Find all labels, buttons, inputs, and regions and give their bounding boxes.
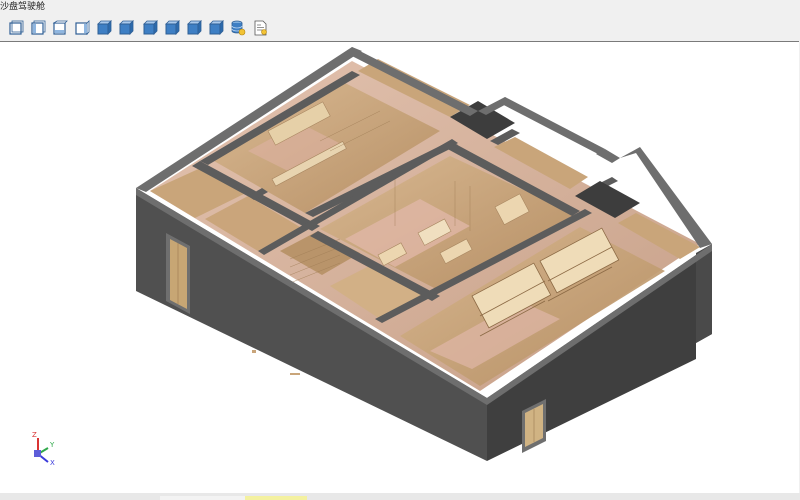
status-segment (160, 496, 245, 500)
title-bar: 沙盘驾驶舱 (0, 0, 800, 16)
axis-indicator: Z Y X (26, 430, 58, 467)
view-iso-ne-button[interactable] (184, 18, 204, 38)
view-back-button[interactable] (28, 18, 48, 38)
layers-database-icon (231, 20, 246, 36)
view-bottom-button[interactable] (116, 18, 136, 38)
view-iso-sw-button[interactable] (140, 18, 160, 38)
properties-button[interactable] (250, 18, 270, 38)
view-iso-ne-icon (187, 20, 202, 35)
house-3d-model[interactable] (0, 42, 799, 494)
view-front-button[interactable] (6, 18, 26, 38)
view-toolbar (0, 16, 800, 40)
view-iso-se-button[interactable] (162, 18, 182, 38)
view-right-icon (75, 20, 90, 35)
layers-button[interactable] (228, 18, 248, 38)
view-iso-sw-icon (143, 20, 158, 35)
properties-document-icon (254, 20, 267, 36)
entry-door (166, 233, 190, 314)
view-front-icon (9, 20, 24, 35)
axis-x-label: X (50, 459, 55, 467)
status-bar (0, 493, 800, 500)
view-iso-nw-button[interactable] (206, 18, 226, 38)
view-top-button[interactable] (94, 18, 114, 38)
status-highlight (245, 496, 307, 500)
axis-z-label: Z (32, 431, 37, 439)
view-back-icon (31, 20, 46, 35)
view-right-button[interactable] (72, 18, 92, 38)
view-iso-nw-icon (209, 20, 224, 35)
view-left-icon (52, 20, 68, 35)
view-top-icon (97, 20, 112, 35)
axis-y-label: Y (50, 441, 55, 449)
view-iso-se-icon (165, 20, 180, 35)
view-bottom-icon (119, 20, 134, 35)
view-left-button[interactable] (50, 18, 70, 38)
3d-viewport[interactable]: Z Y X (0, 41, 799, 494)
window-title: 沙盘驾驶舱 (0, 2, 46, 12)
